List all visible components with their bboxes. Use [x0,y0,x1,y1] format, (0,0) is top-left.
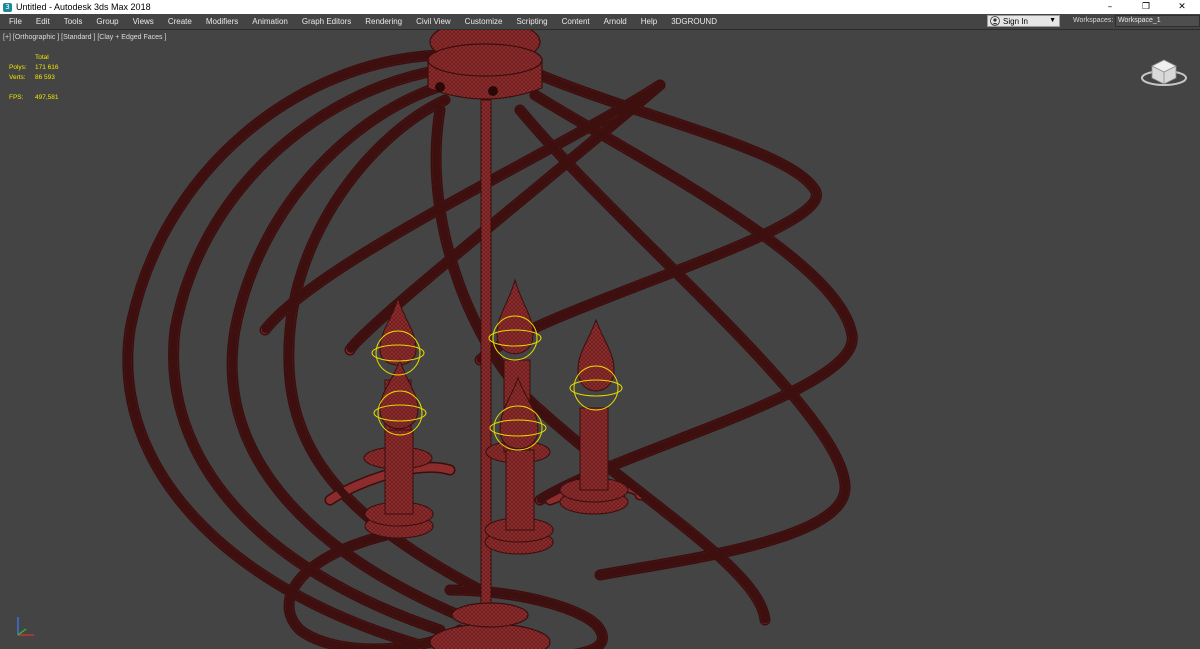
title-bar: 3 Untitled - Autodesk 3ds Max 2018 – ❐ ✕ [0,0,1200,14]
menu-edit[interactable]: Edit [29,17,57,26]
minimize-button[interactable]: – [1092,0,1128,14]
stats-polys-label: Polys: [9,64,27,71]
stats-verts-value: 86 593 [35,74,55,81]
menu-scripting[interactable]: Scripting [509,17,554,26]
window-controls: – ❐ ✕ [1092,0,1200,14]
workspaces-label: Workspaces: [1073,17,1114,24]
stats-total-label: Total [35,54,49,61]
menu-tools[interactable]: Tools [57,17,90,26]
close-button[interactable]: ✕ [1164,0,1200,14]
menu-content[interactable]: Content [555,17,597,26]
menu-3dground[interactable]: 3DGROUND [664,17,724,26]
menu-graph-editors[interactable]: Graph Editors [295,17,358,26]
menu-civil-view[interactable]: Civil View [409,17,458,26]
menu-modifiers[interactable]: Modifiers [199,17,245,26]
workspace-select[interactable]: Workspace_1 [1115,15,1200,27]
window-title: Untitled - Autodesk 3ds Max 2018 [16,2,151,12]
menu-help[interactable]: Help [634,17,664,26]
stats-polys-value: 171 616 [35,64,59,71]
app-icon: 3 [3,2,12,12]
viewport-label[interactable]: [+] [Orthographic ] [Standard ] [Clay + … [3,34,166,41]
menu-file[interactable]: File [0,17,29,26]
chevron-down-icon: ▼ [1049,17,1056,24]
sign-in-dropdown[interactable]: Sign In ▼ [987,15,1060,27]
menu-arnold[interactable]: Arnold [597,17,634,26]
menu-views[interactable]: Views [126,17,161,26]
axis-tripod-icon [17,617,34,636]
menu-group[interactable]: Group [89,17,125,26]
restore-button[interactable]: ❐ [1128,0,1164,14]
viewport-perspective[interactable]: [+] [Orthographic ] [Standard ] [Clay + … [0,30,1200,649]
chandelier-model[interactable] [0,30,1200,649]
viewcube-icon[interactable] [1138,50,1190,90]
menu-customize[interactable]: Customize [458,17,510,26]
sign-in-label: Sign In [1003,16,1028,26]
stats-fps-label: FPS: [9,94,24,101]
menu-animation[interactable]: Animation [245,17,295,26]
menu-rendering[interactable]: Rendering [358,17,409,26]
stats-fps-value: 497,581 [35,94,59,101]
stats-verts-label: Verts: [9,74,26,81]
user-icon [990,16,1000,26]
menu-create[interactable]: Create [161,17,199,26]
